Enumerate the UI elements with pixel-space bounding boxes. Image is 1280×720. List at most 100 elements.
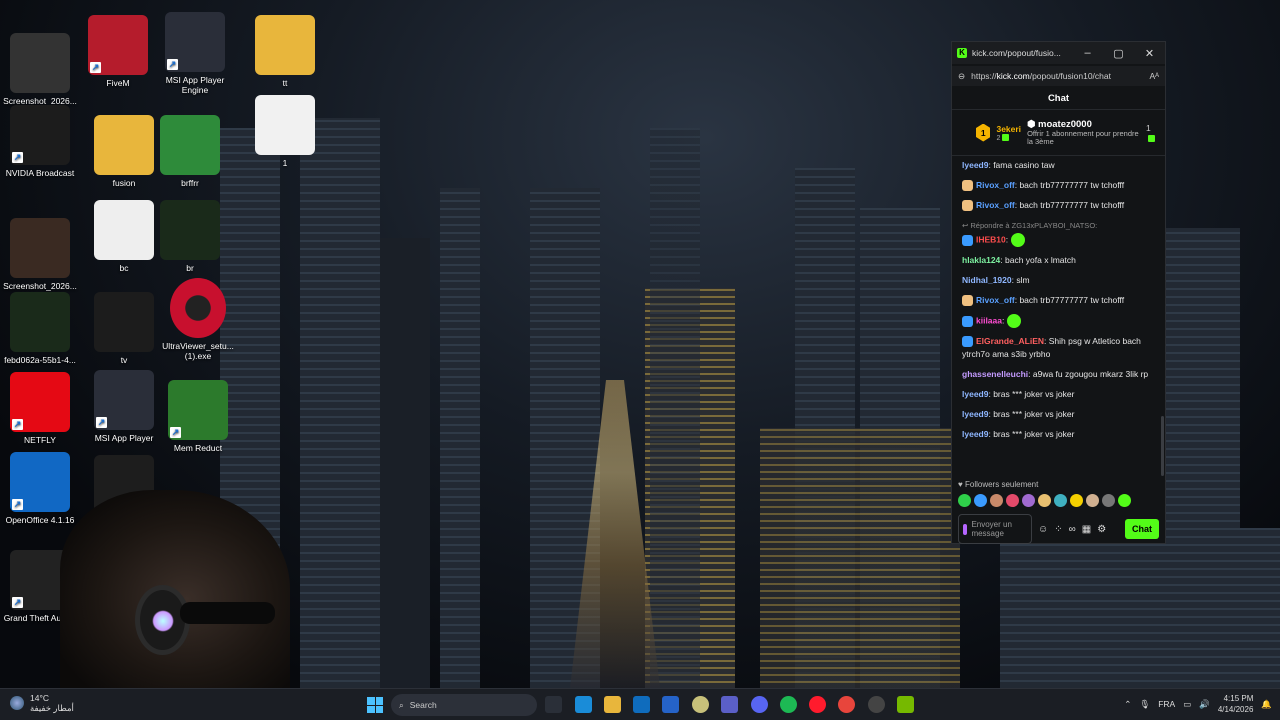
outlook-icon[interactable] [633, 696, 650, 713]
chat-username[interactable]: lyeed9 [962, 389, 988, 399]
chat-username[interactable]: Rivox_off [976, 180, 1015, 190]
nvidia-icon[interactable] [897, 696, 914, 713]
task-view-icon[interactable] [545, 696, 562, 713]
desktop-icon[interactable]: tt [245, 15, 325, 88]
chat-input[interactable]: Envoyer un message [958, 514, 1032, 544]
discord-icon[interactable] [751, 696, 768, 713]
minimize-button[interactable]: – [1072, 47, 1103, 59]
send-chat-button[interactable]: Chat [1125, 519, 1159, 539]
taskbar-search[interactable]: ⌕ Search [391, 694, 537, 716]
desktop-icon[interactable]: ↗ NVIDIA Broadcast [0, 105, 80, 178]
chat-username[interactable]: lyeed9 [962, 409, 988, 419]
emote-icon[interactable] [1006, 494, 1019, 507]
chat-username[interactable]: IHEB10 [976, 234, 1006, 244]
chat-message[interactable]: lyeed9: bras *** joker vs joker [962, 408, 1155, 421]
chat-text: : bach trb77777777 tw tchofff [1014, 200, 1125, 210]
chat-messages[interactable]: lyeed9: fama casino taw Rivox_off: bach t… [952, 156, 1165, 478]
volume-icon[interactable]: 🔊 [1199, 699, 1210, 710]
app-icon[interactable] [868, 696, 885, 713]
emoji-icon[interactable]: ☺ [1038, 524, 1048, 535]
chat-username[interactable]: lyeed9 [962, 429, 988, 439]
emote-icon[interactable] [958, 494, 971, 507]
chat-username[interactable]: Rivox_off [976, 295, 1015, 305]
maximize-button[interactable]: ▢ [1103, 47, 1134, 60]
desktop-icon[interactable]: ↗ Mem Reduct [158, 380, 238, 453]
browser-popout-window[interactable]: K kick.com/popout/fusio... – ▢ ✕ ⊖ https… [951, 41, 1166, 544]
edge-icon[interactable] [575, 696, 592, 713]
opera-icon[interactable] [809, 696, 826, 713]
chat-message[interactable]: lyeed9: fama casino taw [962, 159, 1155, 172]
mic-tray-icon[interactable]: 🎙 [1139, 699, 1150, 710]
chat-message[interactable]: lyeed9: bras *** joker vs joker [962, 388, 1155, 401]
teams-icon[interactable] [721, 696, 738, 713]
desktop-icon[interactable]: brffrr [150, 115, 230, 188]
address-bar[interactable]: ⊖ https://kick.com/popout/fusion10/chat … [952, 66, 1165, 86]
emote-icon[interactable] [1022, 494, 1035, 507]
site-info-icon[interactable]: ⊖ [958, 71, 965, 82]
gift-store-icon[interactable]: ▦ [1082, 524, 1091, 535]
settings-icon[interactable]: ⚙ [1097, 524, 1106, 535]
mic-icon[interactable] [963, 523, 968, 535]
chat-scrollbar[interactable] [1161, 416, 1164, 476]
link-icon[interactable]: ∞ [1069, 524, 1076, 535]
chat-message[interactable]: Nidhal_1920: slm [962, 274, 1155, 287]
chat-message[interactable]: Rivox_off: bach trb77777777 tw tchofff [962, 179, 1155, 192]
reply-context[interactable]: ↩ Répondre à ZG13xPLAYBOI_NATSO: [962, 219, 1155, 232]
chat-message[interactable]: hlakla124: bach yofa x lmatch [962, 254, 1155, 267]
desktop-icon[interactable]: tv [84, 292, 164, 365]
chat-message[interactable]: ElGrande_ALiEN: Shih psg w Atletico bach… [962, 335, 1155, 361]
desktop-icon[interactable]: ↗ MSI App Player [84, 370, 164, 443]
chat-message[interactable]: ↩ Répondre à ZG13xPLAYBOI_NATSO: IHEB10: [962, 219, 1155, 247]
url-text[interactable]: https://kick.com/popout/fusion10/chat [971, 71, 1143, 81]
store-icon[interactable] [662, 696, 679, 713]
start-button[interactable] [367, 697, 383, 713]
desktop-icon[interactable]: febd062a-55b1-4... [0, 292, 80, 365]
system-tray[interactable]: ⌃ 🎙 FRA ▭ 🔊 4:15 PM 4/14/2026 🔔 [1124, 693, 1272, 715]
chat-username[interactable]: lyeed9 [962, 160, 988, 170]
chat-username[interactable]: hlakla124 [962, 255, 1000, 265]
desktop-icon[interactable]: 1 [245, 95, 325, 168]
file-explorer-icon[interactable] [604, 696, 621, 713]
chat-message[interactable]: lyeed9: bras *** joker vs joker [962, 428, 1155, 441]
notification-icon[interactable]: 🔔 [1261, 699, 1272, 710]
emote-icon[interactable] [1118, 494, 1131, 507]
chrome-icon[interactable] [838, 696, 855, 713]
read-aloud-icon[interactable]: Aᴬ [1149, 71, 1159, 81]
emote-icon[interactable] [1102, 494, 1115, 507]
desktop-icon[interactable]: UltraViewer_setu... (1).exe [158, 278, 238, 361]
emote-icon[interactable] [990, 494, 1003, 507]
network-icon[interactable]: ▭ [1183, 699, 1191, 710]
chat-message[interactable]: kiilaaa: [962, 314, 1155, 328]
chat-username[interactable]: Nidhal_1920 [962, 275, 1012, 285]
emote-icon[interactable] [1038, 494, 1051, 507]
weather-widget[interactable]: 14°C أمطار خفيفة [10, 693, 74, 713]
emote-icon[interactable] [1086, 494, 1099, 507]
chat-message[interactable]: ghassenelleuchi: a9wa fu zgougou mkarz 3… [962, 368, 1155, 381]
desktop-icon[interactable]: ↗ OpenOffice 4.1.16 [0, 452, 80, 525]
desktop-icon[interactable]: ↗ FiveM [78, 15, 158, 88]
desktop-icon[interactable]: ↗ NETFLY [0, 372, 80, 445]
chevron-up-icon[interactable]: ⌃ [1124, 699, 1131, 710]
spotify-icon[interactable] [780, 696, 797, 713]
chat-username[interactable]: ElGrande_ALiEN [976, 336, 1044, 346]
close-button[interactable]: ✕ [1134, 47, 1165, 60]
desktop-icon[interactable]: br [150, 200, 230, 273]
chat-username[interactable]: kiilaaa [976, 315, 1002, 325]
chat-message[interactable]: Rivox_off: bach trb77777777 tw tchofff [962, 294, 1155, 307]
chat-input-bar[interactable]: Envoyer un message ☺ ⁘ ∞ ▦ ⚙ Chat [952, 510, 1165, 548]
share-icon[interactable]: ⁘ [1054, 524, 1062, 535]
emote-icon[interactable] [1054, 494, 1067, 507]
title-bar[interactable]: K kick.com/popout/fusio... – ▢ ✕ [952, 42, 1165, 64]
desktop-icon[interactable]: Screenshot_2026... [0, 33, 80, 106]
app-icon[interactable] [692, 696, 709, 713]
chat-username[interactable]: ghassenelleuchi [962, 369, 1028, 379]
desktop-icon[interactable]: Screenshot_2026... [0, 218, 80, 291]
clock[interactable]: 4:15 PM 4/14/2026 [1218, 693, 1254, 715]
emote-bar[interactable] [952, 491, 1165, 510]
chat-username[interactable]: Rivox_off [976, 200, 1015, 210]
desktop-icon[interactable]: ↗ MSI App Player Engine [155, 12, 235, 95]
language-indicator[interactable]: FRA [1158, 699, 1175, 709]
emote-icon[interactable] [1070, 494, 1083, 507]
chat-message[interactable]: Rivox_off: bach trb77777777 tw tchofff [962, 199, 1155, 212]
emote-icon[interactable] [974, 494, 987, 507]
